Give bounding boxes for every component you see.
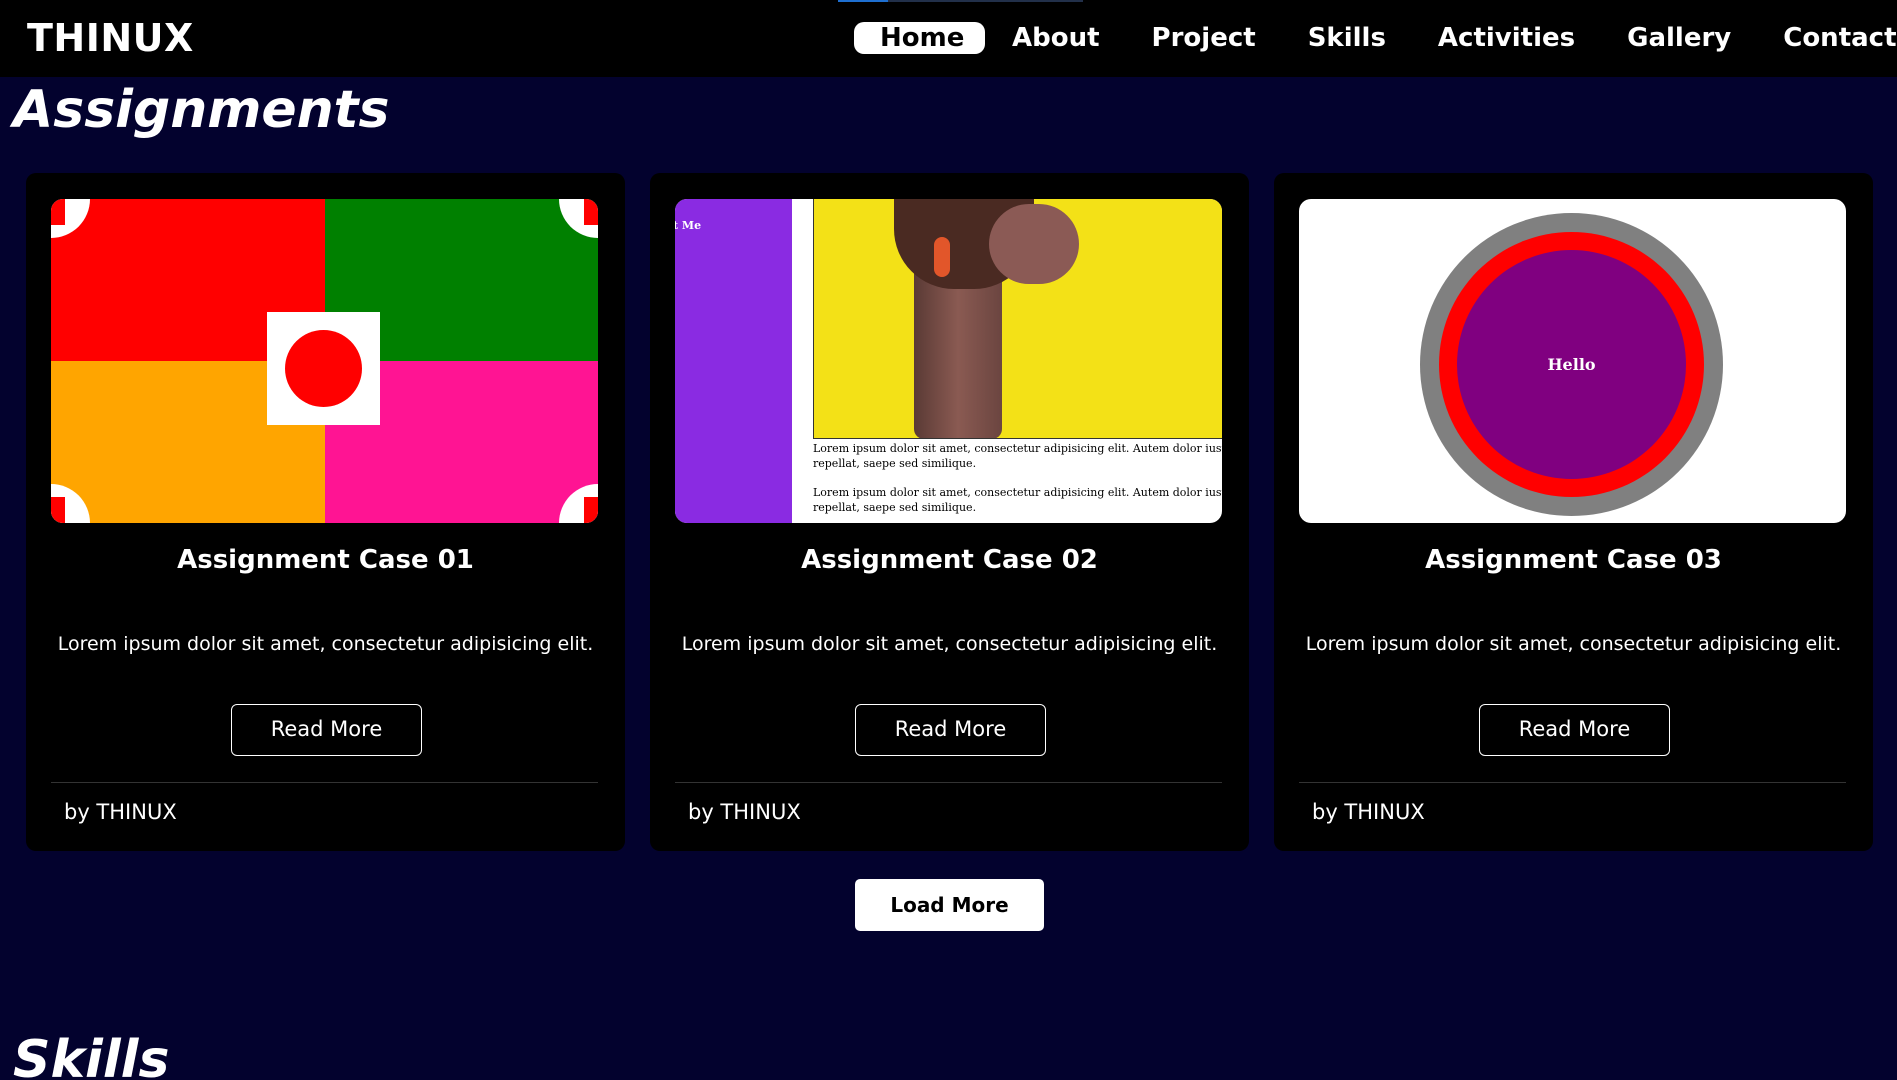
assignment-card-3: Hello Assignment Case 03 Lorem ipsum dol… bbox=[1274, 173, 1873, 851]
thumb-headphone bbox=[934, 237, 950, 277]
top-navbar: THINUX Home About Project Skills Activit… bbox=[0, 0, 1897, 77]
thumb-photo bbox=[813, 199, 1222, 439]
card-divider bbox=[675, 782, 1222, 783]
nav-item-contact[interactable]: Contact bbox=[1783, 22, 1896, 54]
thumb-figure-hand bbox=[989, 204, 1079, 284]
read-more-button[interactable]: Read More bbox=[1479, 704, 1670, 756]
nav-item-project[interactable]: Project bbox=[1152, 22, 1256, 54]
site-logo[interactable]: THINUX bbox=[27, 16, 194, 60]
assignment-description: Lorem ipsum dolor sit amet, consectetur … bbox=[1305, 633, 1842, 655]
assignment-author: by THINUX bbox=[64, 800, 177, 824]
nav-item-gallery[interactable]: Gallery bbox=[1627, 22, 1731, 54]
assignments-section-title: Assignments bbox=[13, 80, 390, 140]
assignment-author: by THINUX bbox=[688, 800, 801, 824]
assignment-description: Lorem ipsum dolor sit amet, consectetur … bbox=[681, 633, 1218, 655]
thumb-outer-ring: Hello bbox=[1420, 213, 1723, 516]
thumb-inner-circle: Hello bbox=[1457, 250, 1686, 479]
nav-item-home[interactable]: Home bbox=[854, 22, 985, 54]
thumb-paragraph-line: repellat, saepe sed similique. bbox=[813, 501, 977, 514]
skills-section-title: Skills bbox=[13, 1030, 170, 1080]
nav-item-activities[interactable]: Activities bbox=[1438, 22, 1575, 54]
thumb-purple-sidebar: t Me bbox=[675, 199, 792, 523]
assignment-thumbnail-2[interactable]: t Me Lorem ipsum dolor sit amet, consect… bbox=[675, 199, 1222, 523]
scroll-progress-bar bbox=[838, 0, 1083, 2]
thumb-sidebar-label: t Me bbox=[675, 219, 702, 232]
thumb-middle-ring: Hello bbox=[1439, 232, 1704, 497]
card-divider bbox=[51, 782, 598, 783]
card-divider bbox=[1299, 782, 1846, 783]
assignment-card-2: t Me Lorem ipsum dolor sit amet, consect… bbox=[650, 173, 1249, 851]
assignment-author: by THINUX bbox=[1312, 800, 1425, 824]
read-more-button[interactable]: Read More bbox=[855, 704, 1046, 756]
thumb-paragraph-line: Lorem ipsum dolor sit amet, consectetur … bbox=[813, 442, 1222, 455]
nav-item-skills[interactable]: Skills bbox=[1308, 22, 1386, 54]
assignment-card-1: Assignment Case 01 Lorem ipsum dolor sit… bbox=[26, 173, 625, 851]
thumb-paragraph-line: repellat, saepe sed similique. bbox=[813, 457, 977, 470]
assignment-description: Lorem ipsum dolor sit amet, consectetur … bbox=[57, 633, 594, 655]
assignment-title: Assignment Case 01 bbox=[177, 545, 474, 575]
nav-menu: Home About Project Skills Activities Gal… bbox=[854, 22, 1897, 54]
assignment-thumbnail-3[interactable]: Hello bbox=[1299, 199, 1846, 523]
read-more-button[interactable]: Read More bbox=[231, 704, 422, 756]
load-more-button[interactable]: Load More bbox=[855, 879, 1044, 931]
thumb-center-square bbox=[267, 312, 380, 425]
thumb-center-circle bbox=[285, 330, 362, 407]
thumb-paragraph-line: Lorem ipsum dolor sit amet, consectetur … bbox=[813, 486, 1222, 499]
assignment-title: Assignment Case 02 bbox=[801, 545, 1098, 575]
assignment-thumbnail-1[interactable] bbox=[51, 199, 598, 523]
nav-item-about[interactable]: About bbox=[1012, 22, 1100, 54]
assignment-title: Assignment Case 03 bbox=[1425, 545, 1722, 575]
